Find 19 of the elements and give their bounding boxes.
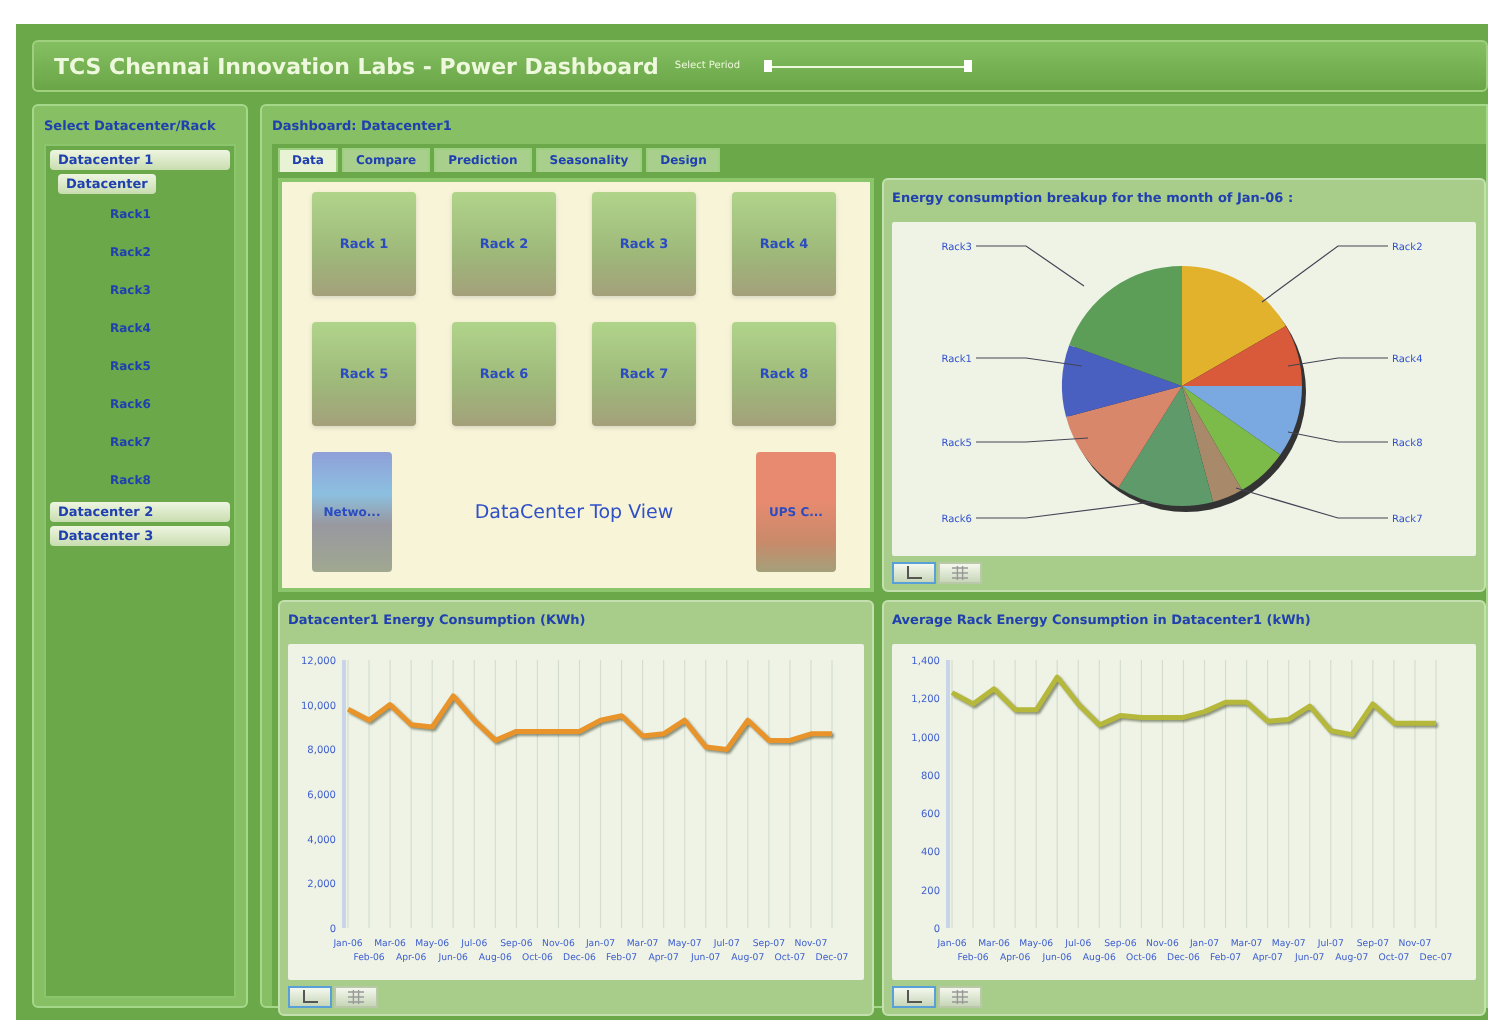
leader-line — [975, 437, 1089, 443]
leader-line — [975, 357, 1083, 367]
leader-line — [975, 245, 1085, 287]
leader-line — [1261, 245, 1389, 303]
table-icon — [348, 990, 364, 1004]
chart-view-button[interactable] — [892, 986, 936, 1008]
leader-line — [1287, 431, 1389, 443]
chart-icon — [906, 990, 922, 1004]
chart-view-button[interactable] — [288, 986, 332, 1008]
top-view-caption: DataCenter Top View — [474, 501, 674, 523]
app-title: TCS Chennai Innovation Labs - Power Dashboard — [54, 53, 659, 79]
chart-icon — [302, 990, 318, 1004]
slider-thumb[interactable] — [764, 59, 773, 71]
table-icon — [952, 990, 968, 1004]
chart-icon — [906, 566, 922, 580]
slider-thumb[interactable] — [964, 59, 973, 71]
leader-line — [1287, 357, 1389, 367]
chart-view-button[interactable] — [892, 562, 936, 584]
table-icon — [952, 566, 968, 580]
